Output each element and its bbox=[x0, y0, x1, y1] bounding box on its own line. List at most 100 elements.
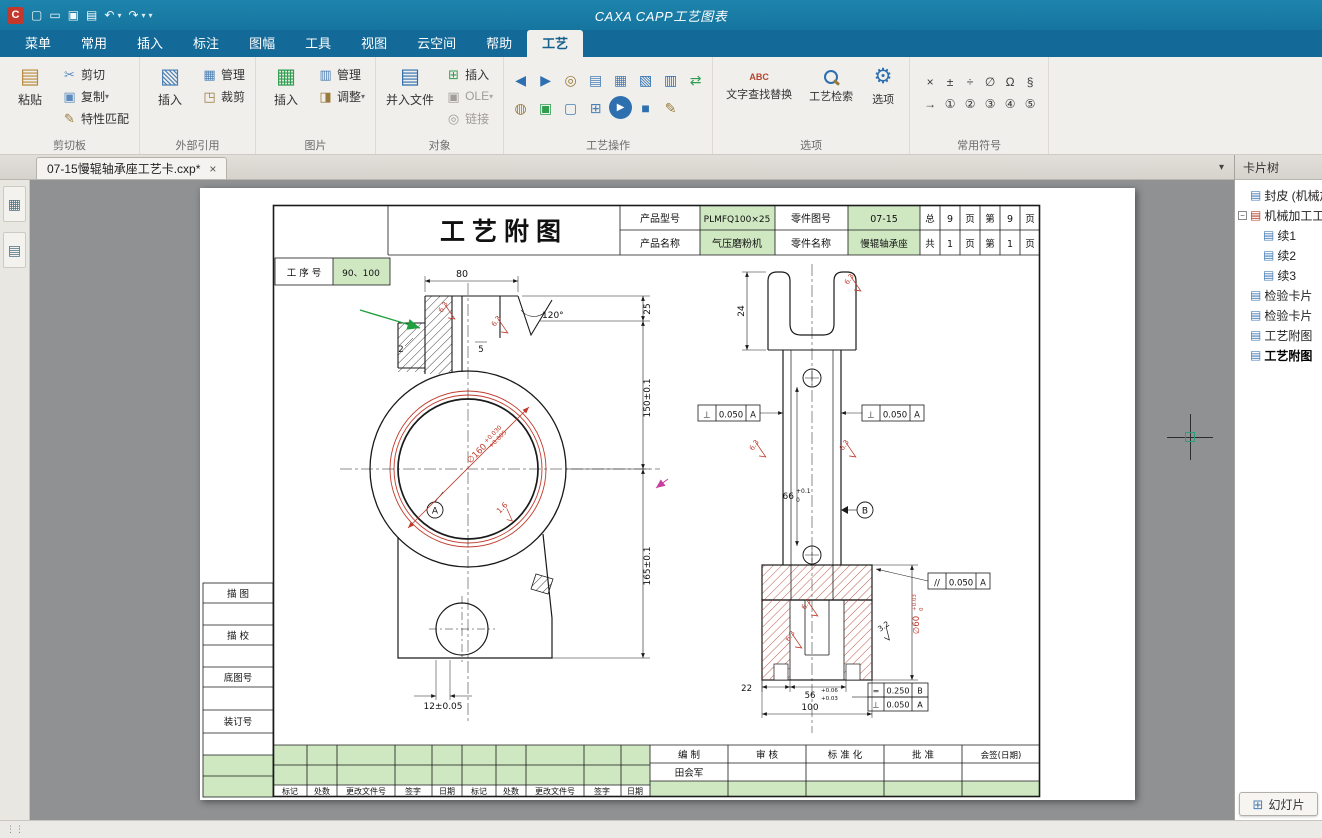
merge-file-button[interactable]: ▤ 并入文件 bbox=[381, 59, 439, 133]
dim-22: 22 bbox=[741, 684, 752, 694]
new-card-button[interactable]: ▧ bbox=[634, 68, 657, 91]
drawing-sheet[interactable]: 工艺附图 产品型号 PLMFQ100×25 零件图号 07-15 总 9 页 第… bbox=[200, 188, 1135, 800]
image-adjust-label: 调整 bbox=[337, 88, 361, 105]
ribbon: ▤ 粘贴 ✂ 剪切 ▣ 复制 ▾ ✎ 特性匹配 剪切板 bbox=[0, 57, 1322, 155]
green-arrow bbox=[360, 310, 420, 328]
match-properties-button[interactable]: ✎ 特性匹配 bbox=[57, 107, 134, 129]
tab-process[interactable]: 工艺 bbox=[527, 30, 583, 57]
drawing-canvas[interactable]: 工艺附图 产品型号 PLMFQ100×25 零件图号 07-15 总 9 页 第… bbox=[30, 180, 1234, 820]
tree-item-inspection2[interactable]: ▤ 检验卡片 bbox=[1237, 305, 1322, 325]
card-template-button[interactable]: ▥ bbox=[659, 68, 682, 91]
process-ops-row2: ◍ ▣ ▢ ⊞ ▶ ■ ✎ bbox=[509, 96, 707, 119]
tree-item-cont3[interactable]: ▤ 续3 bbox=[1237, 265, 1322, 285]
xref-insert-button[interactable]: ▧ 插入 bbox=[145, 59, 195, 133]
options-button[interactable]: ⚙ 选项 bbox=[862, 59, 904, 133]
tab-sheet[interactable]: 图幅 bbox=[234, 30, 290, 57]
symbol-omega[interactable]: Ω bbox=[1001, 72, 1019, 92]
copy-icon: ▣ bbox=[62, 90, 77, 103]
symbol-circled5[interactable]: ⑤ bbox=[1021, 94, 1039, 114]
image-adjust-button[interactable]: ◨ 调整 ▾ bbox=[313, 85, 370, 107]
tab-annotate[interactable]: 标注 bbox=[178, 30, 234, 57]
fill-card-button[interactable]: ▦ bbox=[609, 68, 632, 91]
symbol-multiply[interactable]: × bbox=[921, 72, 939, 92]
format-brush-button[interactable]: ✎ bbox=[659, 96, 682, 119]
tab-menu[interactable]: 菜单 bbox=[10, 30, 66, 57]
blue-card-button[interactable]: ■ bbox=[634, 96, 657, 119]
symbol-circled3[interactable]: ③ bbox=[981, 94, 999, 114]
find-replace-button[interactable]: ABC 文字查找替换 bbox=[718, 59, 800, 133]
process-no-value: 90、100 bbox=[342, 269, 380, 279]
tab-view[interactable]: 视图 bbox=[346, 30, 402, 57]
redo-caret-icon[interactable]: ▾ bbox=[142, 11, 146, 20]
fcf5-symbol: ⊥ bbox=[873, 701, 880, 710]
tree-item-attached-figure2[interactable]: ▤ 工艺附图 bbox=[1237, 345, 1322, 365]
xref-manage-label: 管理 bbox=[221, 66, 245, 83]
symbol-circled4[interactable]: ④ bbox=[1001, 94, 1019, 114]
merge-file-label: 并入文件 bbox=[386, 91, 434, 108]
paste-button[interactable]: ▤ 粘贴 bbox=[5, 59, 55, 133]
page-button[interactable]: ▢ bbox=[559, 96, 582, 119]
image-manage-button[interactable]: ▥ 管理 bbox=[313, 63, 370, 85]
app-logo-icon[interactable]: C bbox=[7, 7, 24, 24]
collapse-toggle-icon[interactable]: − bbox=[1238, 211, 1247, 220]
undo-caret-icon[interactable]: ▾ bbox=[117, 11, 121, 20]
symbol-circled2[interactable]: ② bbox=[961, 94, 979, 114]
symbol-circled1[interactable]: ① bbox=[941, 94, 959, 114]
tree-item-cont1[interactable]: ▤ 续1 bbox=[1237, 225, 1322, 245]
group-xref: ▧ 插入 ▦ 管理 ◳ 裁剪 外部引用 bbox=[140, 57, 256, 154]
exchange-card-button[interactable]: ⇄ bbox=[684, 68, 707, 91]
open-file-icon[interactable]: ▭ bbox=[49, 9, 60, 21]
circle-mark-button[interactable]: ◍ bbox=[509, 96, 532, 119]
edit-card-button[interactable]: ▤ bbox=[584, 68, 607, 91]
copy-card-button[interactable]: ▣ bbox=[534, 96, 557, 119]
tab-help[interactable]: 帮助 bbox=[471, 30, 527, 57]
new-file-icon[interactable]: ▢ bbox=[31, 9, 42, 21]
redo-icon[interactable]: ↷ bbox=[128, 9, 138, 21]
symbol-section[interactable]: § bbox=[1021, 72, 1039, 92]
undo-icon[interactable]: ↶ bbox=[104, 9, 114, 21]
xref-manage-icon: ▦ bbox=[202, 68, 217, 81]
tree-item-attached-figure1[interactable]: ▤ 工艺附图 bbox=[1237, 325, 1322, 345]
next-card-button[interactable]: ▶ bbox=[534, 68, 557, 91]
print-icon[interactable]: ▤ bbox=[86, 9, 97, 21]
tree-item-cover[interactable]: ▤ 封皮 (机械加工) bbox=[1237, 185, 1322, 205]
play-slideshow-button[interactable]: ▶ bbox=[609, 96, 632, 119]
tab-list-caret-icon[interactable]: ▾ bbox=[1219, 162, 1224, 173]
tree-item-inspection1[interactable]: ▤ 检验卡片 bbox=[1237, 285, 1322, 305]
tab-tools[interactable]: 工具 bbox=[290, 30, 346, 57]
title-block: 工艺附图 产品型号 PLMFQ100×25 零件图号 07-15 总 9 页 第… bbox=[224, 212, 1035, 796]
tab-insert[interactable]: 插入 bbox=[122, 30, 178, 57]
xref-manage-button[interactable]: ▦ 管理 bbox=[197, 63, 250, 85]
symbol-divide[interactable]: ÷ bbox=[961, 72, 979, 92]
tree-item-cont2[interactable]: ▤ 续2 bbox=[1237, 245, 1322, 265]
grid-view-button[interactable]: ⊞ bbox=[584, 96, 607, 119]
product-name-label: 产品名称 bbox=[640, 237, 680, 250]
prev-card-button[interactable]: ◀ bbox=[509, 68, 532, 91]
document-tab[interactable]: 07-15慢辊轴承座工艺卡.cxp* × bbox=[36, 157, 227, 179]
library-panel-tab[interactable]: ▦ bbox=[3, 186, 26, 222]
group-label-process-ops: 工艺操作 bbox=[504, 137, 712, 153]
image-insert-button[interactable]: ▦ 插入 bbox=[261, 59, 311, 133]
dim-56: 56 bbox=[805, 691, 816, 701]
drawing-title: 工艺附图 bbox=[440, 217, 568, 246]
cut-button[interactable]: ✂ 剪切 bbox=[57, 63, 134, 85]
object-insert-button[interactable]: ⊞ 插入 bbox=[441, 63, 498, 85]
copy-button[interactable]: ▣ 复制 ▾ bbox=[57, 85, 134, 107]
process-symbol-button[interactable]: ◎ bbox=[559, 68, 582, 91]
symbol-diameter[interactable]: ∅ bbox=[981, 72, 999, 92]
close-document-icon[interactable]: × bbox=[209, 162, 216, 176]
xref-clip-button[interactable]: ◳ 裁剪 bbox=[197, 85, 250, 107]
ole-button: ▣ OLE ▾ bbox=[441, 85, 498, 107]
symbol-plusminus[interactable]: ± bbox=[941, 72, 959, 92]
tree-item-machining[interactable]: − ▤ 机械加工工序卡 bbox=[1237, 205, 1322, 225]
gear-icon: ⚙ bbox=[874, 64, 893, 89]
slides-button[interactable]: ⊞ 幻灯片 bbox=[1239, 792, 1318, 816]
save-icon[interactable]: ▣ bbox=[68, 9, 79, 21]
tab-common[interactable]: 常用 bbox=[66, 30, 122, 57]
symbol-arrow[interactable]: → bbox=[921, 94, 939, 114]
tab-cloud[interactable]: 云空间 bbox=[402, 30, 471, 57]
customize-toolbar-caret-icon[interactable]: ▾ bbox=[149, 11, 153, 20]
xref-insert-label: 插入 bbox=[158, 91, 182, 108]
process-search-button[interactable]: 工艺检索 bbox=[802, 59, 860, 133]
properties-panel-tab[interactable]: ▤ bbox=[3, 232, 26, 268]
